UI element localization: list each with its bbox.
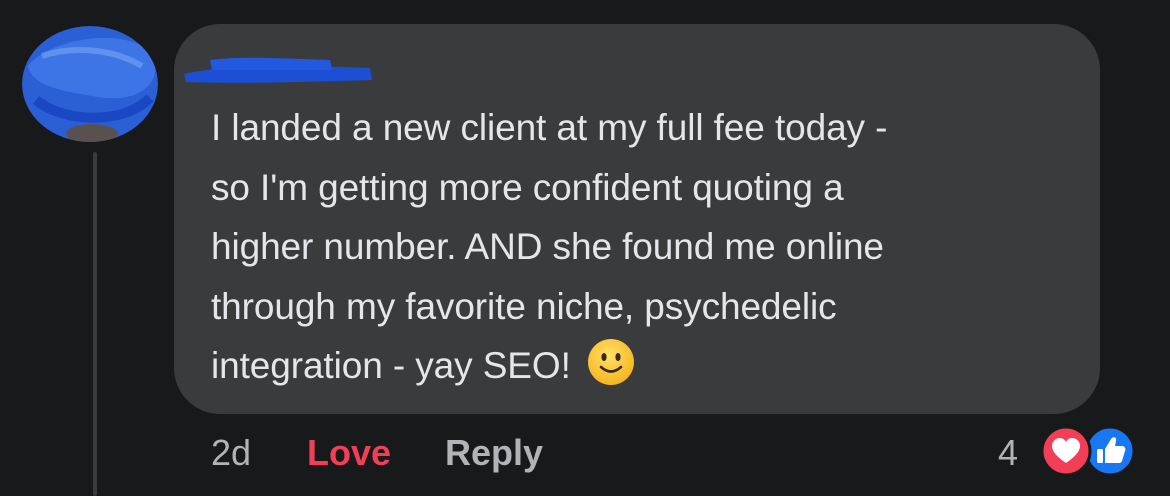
reaction-count[interactable]: 4 (998, 430, 1018, 476)
reply-button[interactable]: Reply (445, 430, 543, 476)
avatar[interactable] (22, 26, 158, 142)
like-thumb-icon (1084, 425, 1136, 477)
slightly-smiling-face-icon (587, 338, 635, 386)
redacted-avatar-scribble (22, 26, 158, 142)
comment-text: I landed a new client at my full fee tod… (211, 98, 1081, 396)
thread-connector-line (93, 152, 97, 496)
comment-line: integration - yay SEO! (211, 345, 571, 386)
comment-line: through my favorite niche, psychedelic (211, 285, 837, 327)
heart-icon (1040, 425, 1092, 477)
comment-line: higher number. AND she found me online (211, 226, 884, 267)
redacted-author-name[interactable] (180, 52, 376, 86)
redaction-scribble (184, 57, 372, 83)
comment-line-last: integration - yay SEO! (211, 336, 1081, 396)
comment-thread: I landed a new client at my full fee tod… (0, 0, 1170, 496)
comment-line: so I'm getting more confident quoting a (211, 166, 844, 208)
reaction-summary[interactable] (1036, 425, 1136, 477)
comment-line: I landed a new client at my full fee tod… (211, 107, 888, 148)
comment-timestamp[interactable]: 2d (211, 430, 251, 476)
love-reaction-button[interactable]: Love (307, 430, 391, 476)
